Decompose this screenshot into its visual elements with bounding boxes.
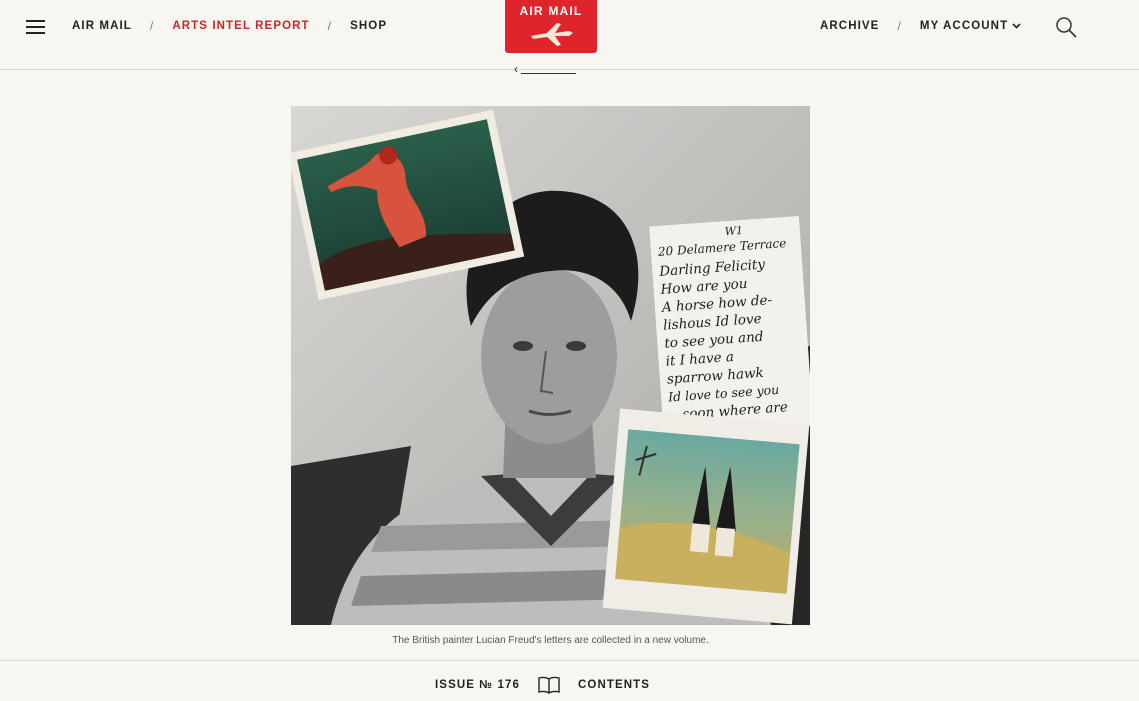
chevron-down-icon [1012, 23, 1021, 29]
footer-content: ISSUE № 176 CONTENTS [435, 676, 650, 694]
account-nav: ARCHIVE / MY ACCOUNT [820, 19, 1021, 33]
nav-separator: / [149, 19, 155, 33]
book-icon[interactable] [538, 676, 560, 694]
airplane-icon [531, 23, 573, 46]
svg-text:W1: W1 [724, 224, 743, 238]
contents-link[interactable]: CONTENTS [578, 679, 650, 691]
nav-archive[interactable]: ARCHIVE [820, 20, 879, 32]
back-link[interactable]: ‹ [514, 62, 576, 76]
logo-wordmark: AIR MAIL [519, 4, 583, 18]
collage-artwork: W1 20 Delamere Terrace Darling Felicity … [291, 106, 810, 625]
image-caption: The British painter Lucian Freud's lette… [392, 635, 709, 646]
letter-card: W1 20 Delamere Terrace Darling Felicity … [649, 216, 810, 439]
primary-nav: AIR MAIL / ARTS INTEL REPORT / SHOP [72, 19, 387, 33]
nav-separator: / [897, 19, 902, 33]
nav-separator: / [327, 19, 333, 33]
my-account-label: MY ACCOUNT [919, 20, 1009, 32]
top-navigation-bar: AIR MAIL / ARTS INTEL REPORT / SHOP AIR … [0, 0, 1139, 70]
issue-footer-bar: ISSUE № 176 CONTENTS [0, 660, 1139, 701]
postcard [602, 408, 810, 625]
nav-arts-intel-report[interactable]: ARTS INTEL REPORT [172, 20, 309, 32]
nav-shop[interactable]: SHOP [350, 20, 387, 32]
back-link-underline [521, 62, 576, 74]
menu-icon[interactable] [26, 19, 45, 35]
hero-collage-image: W1 20 Delamere Terrace Darling Felicity … [291, 106, 810, 625]
chevron-left-icon: ‹ [514, 62, 518, 76]
nav-air-mail[interactable]: AIR MAIL [72, 20, 132, 32]
search-icon[interactable] [1055, 16, 1077, 38]
issue-number[interactable]: ISSUE № 176 [435, 679, 520, 691]
nav-my-account[interactable]: MY ACCOUNT [920, 20, 1021, 32]
air-mail-logo[interactable]: AIR MAIL [505, 0, 597, 53]
